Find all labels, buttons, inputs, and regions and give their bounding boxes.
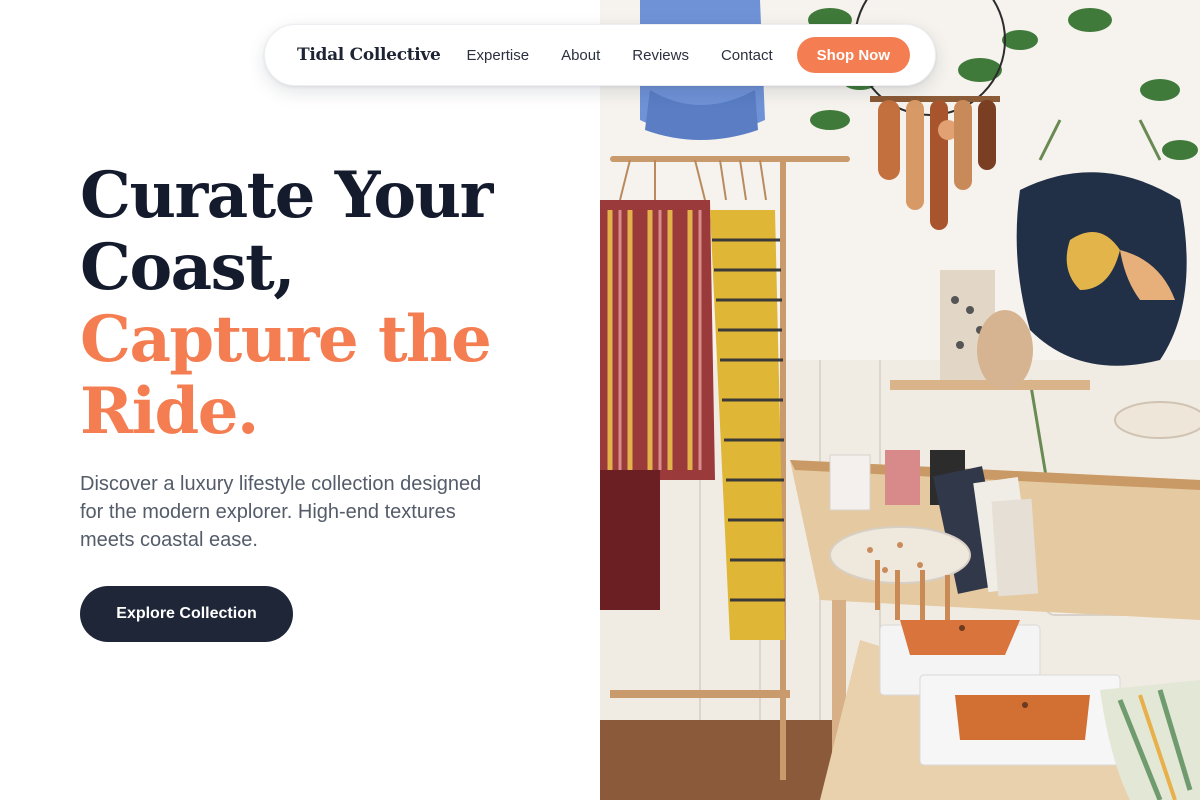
hero-headline: Curate Your Coast, Capture the Ride. [80, 160, 580, 448]
top-navigation: Tidal Collective Expertise About Reviews… [264, 24, 936, 86]
headline-line-2: Coast, [80, 230, 295, 305]
explore-collection-button[interactable]: Explore Collection [80, 586, 293, 642]
nav-link-about[interactable]: About [561, 47, 600, 64]
brand-logo[interactable]: Tidal Collective [297, 45, 441, 65]
headline-accent-line-2: Ride. [80, 374, 259, 449]
shop-now-button[interactable]: Shop Now [796, 37, 910, 73]
headline-line-1: Curate Your [80, 158, 493, 233]
headline-accent-line-1: Capture the [80, 302, 492, 377]
nav-link-contact[interactable]: Contact [721, 47, 773, 64]
boutique-interior-illustration [600, 0, 1200, 800]
hero-image [600, 0, 1200, 800]
nav-link-reviews[interactable]: Reviews [632, 47, 689, 64]
hero-section: Curate Your Coast, Capture the Ride. Dis… [80, 160, 580, 554]
hero-description: Discover a luxury lifestyle collection d… [80, 473, 482, 551]
nav-link-expertise[interactable]: Expertise [467, 47, 530, 64]
